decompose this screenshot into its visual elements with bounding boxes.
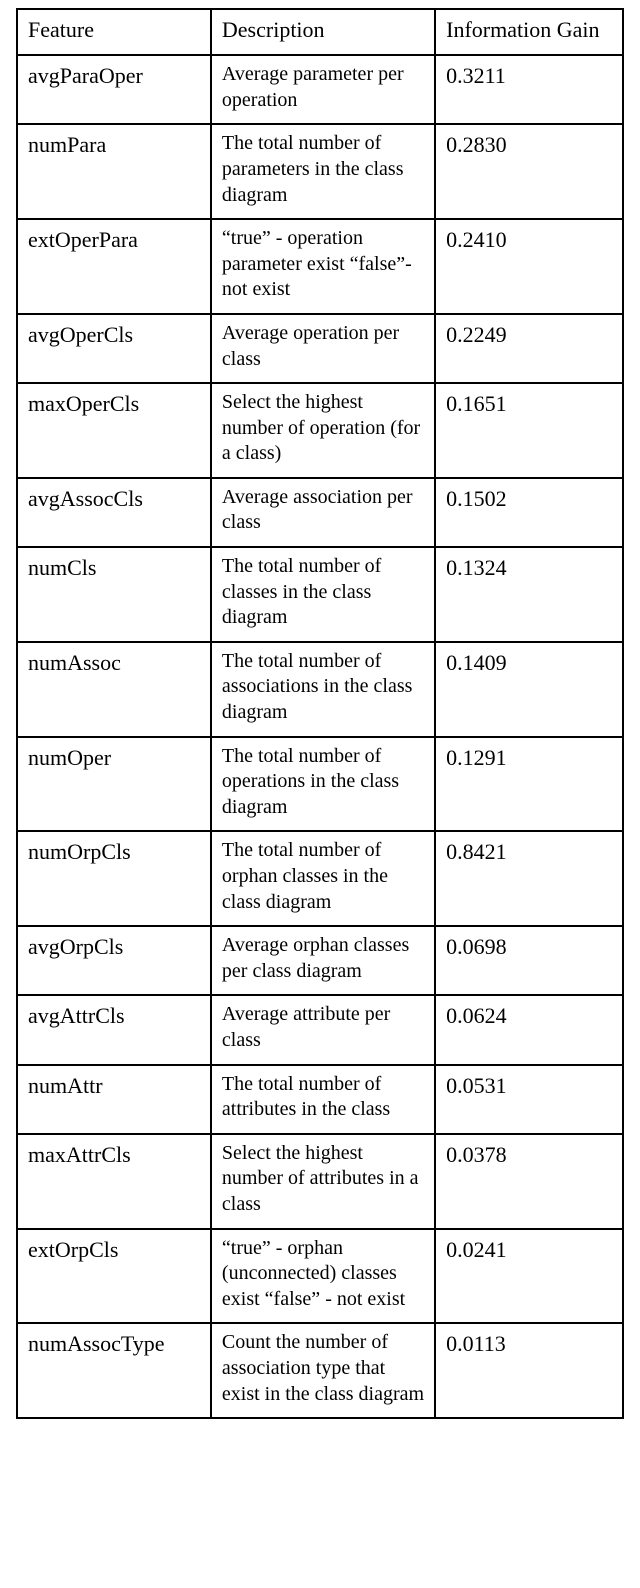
cell-feature: maxOperCls xyxy=(17,383,211,478)
cell-description: Average operation per class xyxy=(211,314,435,383)
cell-feature: numAttr xyxy=(17,1065,211,1134)
cell-description: The total number of parameters in the cl… xyxy=(211,124,435,219)
cell-gain: 0.1291 xyxy=(435,737,623,832)
header-feature: Feature xyxy=(17,9,211,55)
cell-gain: 0.1324 xyxy=(435,547,623,642)
table-row: maxAttrClsSelect the highest number of a… xyxy=(17,1134,623,1229)
cell-description: The total number of orphan classes in th… xyxy=(211,831,435,926)
cell-description: The total number of attributes in the cl… xyxy=(211,1065,435,1134)
cell-feature: numCls xyxy=(17,547,211,642)
table-row: avgOrpClsAverage orphan classes per clas… xyxy=(17,926,623,995)
table-row: extOperPara“true” - operation parameter … xyxy=(17,219,623,314)
cell-description: “true” - operation parameter exist “fals… xyxy=(211,219,435,314)
cell-feature: numAssoc xyxy=(17,642,211,737)
table-row: avgAssocClsAverage association per class… xyxy=(17,478,623,547)
cell-gain: 0.0378 xyxy=(435,1134,623,1229)
table-row: numParaThe total number of parameters in… xyxy=(17,124,623,219)
cell-gain: 0.2249 xyxy=(435,314,623,383)
cell-description: Select the highest number of attributes … xyxy=(211,1134,435,1229)
features-table: Feature Description Information Gain avg… xyxy=(16,8,624,1419)
table-body: avgParaOperAverage parameter per operati… xyxy=(17,55,623,1418)
cell-description: Count the number of association type tha… xyxy=(211,1323,435,1418)
table-row: avgOperClsAverage operation per class0.2… xyxy=(17,314,623,383)
cell-feature: avgParaOper xyxy=(17,55,211,124)
cell-feature: numOrpCls xyxy=(17,831,211,926)
cell-feature: avgAttrCls xyxy=(17,995,211,1064)
cell-feature: extOrpCls xyxy=(17,1229,211,1324)
table-row: numOperThe total number of operations in… xyxy=(17,737,623,832)
table-row: numClsThe total number of classes in the… xyxy=(17,547,623,642)
table-row: maxOperClsSelect the highest number of o… xyxy=(17,383,623,478)
cell-gain: 0.0241 xyxy=(435,1229,623,1324)
header-description: Description xyxy=(211,9,435,55)
cell-gain: 0.0531 xyxy=(435,1065,623,1134)
table-row: avgParaOperAverage parameter per operati… xyxy=(17,55,623,124)
cell-description: The total number of associations in the … xyxy=(211,642,435,737)
cell-feature: avgOrpCls xyxy=(17,926,211,995)
cell-description: The total number of classes in the class… xyxy=(211,547,435,642)
cell-feature: maxAttrCls xyxy=(17,1134,211,1229)
table-row: numAttrThe total number of attributes in… xyxy=(17,1065,623,1134)
cell-feature: numAssocType xyxy=(17,1323,211,1418)
cell-gain: 0.8421 xyxy=(435,831,623,926)
cell-description: Select the highest number of operation (… xyxy=(211,383,435,478)
cell-description: Average orphan classes per class diagram xyxy=(211,926,435,995)
cell-gain: 0.0698 xyxy=(435,926,623,995)
cell-gain: 0.0113 xyxy=(435,1323,623,1418)
cell-description: Average association per class xyxy=(211,478,435,547)
cell-description: The total number of operations in the cl… xyxy=(211,737,435,832)
cell-gain: 0.2830 xyxy=(435,124,623,219)
cell-gain: 0.2410 xyxy=(435,219,623,314)
table-row: numOrpClsThe total number of orphan clas… xyxy=(17,831,623,926)
cell-gain: 0.1409 xyxy=(435,642,623,737)
table-row: avgAttrClsAverage attribute per class0.0… xyxy=(17,995,623,1064)
table-row: numAssocTypeCount the number of associat… xyxy=(17,1323,623,1418)
table-row: numAssocThe total number of associations… xyxy=(17,642,623,737)
cell-gain: 0.1502 xyxy=(435,478,623,547)
cell-gain: 0.1651 xyxy=(435,383,623,478)
cell-feature: numPara xyxy=(17,124,211,219)
header-gain: Information Gain xyxy=(435,9,623,55)
cell-feature: avgOperCls xyxy=(17,314,211,383)
cell-gain: 0.3211 xyxy=(435,55,623,124)
cell-description: Average attribute per class xyxy=(211,995,435,1064)
table-header-row: Feature Description Information Gain xyxy=(17,9,623,55)
table-row: extOrpCls“true” - orphan (unconnected) c… xyxy=(17,1229,623,1324)
cell-feature: extOperPara xyxy=(17,219,211,314)
cell-feature: avgAssocCls xyxy=(17,478,211,547)
cell-gain: 0.0624 xyxy=(435,995,623,1064)
cell-description: “true” - orphan (unconnected) classes ex… xyxy=(211,1229,435,1324)
cell-description: Average parameter per operation xyxy=(211,55,435,124)
cell-feature: numOper xyxy=(17,737,211,832)
